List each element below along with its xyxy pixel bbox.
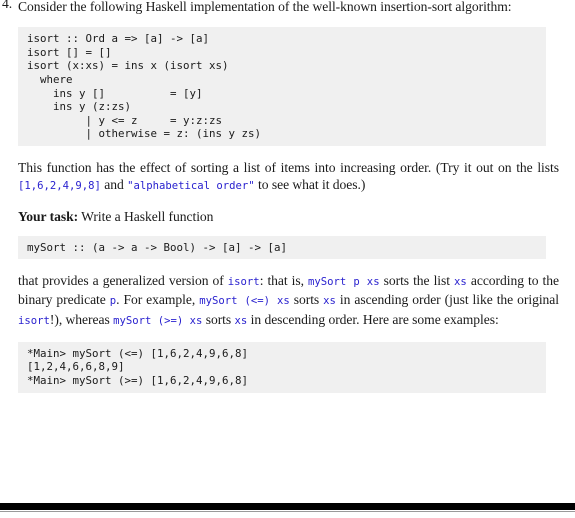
exercise-body: Consider the following Haskell implement…: [18, 0, 559, 15]
isort-code-block-wrapper: isort :: Ord a => [a] -> [a] isort [] = …: [18, 27, 546, 146]
mysort-signature-code-block: mySort :: (a -> a -> Bool) -> [a] -> [a]: [18, 235, 546, 260]
bottom-hairline: [0, 511, 575, 512]
inline-code-xs-1: xs: [454, 276, 467, 289]
explanation-text-part-1: This function has the effect of sorting …: [18, 159, 559, 175]
explanation-text-part-3: to see what it does.): [254, 177, 366, 193]
inline-code-mysort-p-xs: mySort p xs: [308, 276, 380, 289]
inline-code-isort-1: isort: [227, 276, 260, 289]
document-page: 4. Consider the following Haskell implem…: [0, 0, 575, 516]
gen-text-part-3: sorts the list: [379, 273, 455, 289]
gen-text-part-6: sorts: [289, 292, 324, 308]
mysort-signature-block-wrapper: mySort :: (a -> a -> Bool) -> [a] -> [a]: [18, 235, 546, 260]
inline-code-xs-3: xs: [234, 314, 248, 327]
examples-code-block: *Main> mySort (<=) [1,6,2,4,9,6,8] [1,2,…: [18, 341, 546, 393]
inline-code-mysort-lte-xs: mySort (<=) xs: [199, 295, 290, 308]
examples-code-block-wrapper: *Main> mySort (<=) [1,6,2,4,9,6,8] [1,2,…: [18, 341, 546, 393]
bottom-rule: [0, 503, 575, 510]
explanation-text-part-2: and: [100, 177, 128, 193]
gen-text-part-8: !), whereas: [49, 311, 114, 327]
gen-text-part-10: in descending order. Here are some examp…: [247, 311, 499, 327]
task-paragraph: Your task: Write a Haskell function: [18, 208, 559, 225]
exercise-intro-paragraph: Consider the following Haskell implement…: [18, 0, 512, 14]
exercise-body-2: This function has the effect of sorting …: [18, 159, 559, 226]
exercise-number: 4.: [2, 0, 13, 11]
generalization-paragraph: that provides a generalized version of i…: [18, 272, 559, 330]
gen-text-part-9: sorts: [202, 311, 235, 327]
task-label: Your task:: [18, 209, 79, 225]
exercise-item-4: 4. Consider the following Haskell implem…: [0, 0, 575, 393]
explanation-paragraph: This function has the effect of sorting …: [18, 159, 559, 195]
gen-text-part-5: . For example,: [116, 292, 200, 308]
inline-code-mysort-gte-xs: mySort (>=) xs: [113, 314, 203, 327]
isort-code-block: isort :: Ord a => [a] -> [a] isort [] = …: [18, 27, 546, 146]
inline-code-isort-2: isort: [18, 314, 50, 327]
exercise-body-3: that provides a generalized version of i…: [18, 272, 559, 330]
inline-code-xs-2: xs: [323, 295, 336, 308]
gen-text-part-2: : that is,: [259, 273, 309, 289]
inline-code-list-example: [1,6,2,4,9,8]: [18, 180, 101, 193]
task-text: Write a Haskell function: [78, 209, 214, 225]
gen-text-part-7: in ascending order (just like the origin…: [335, 292, 560, 308]
gen-text-part-1: that provides a generalized version of: [18, 273, 228, 289]
inline-code-string-example: "alphabetical order": [127, 180, 255, 193]
